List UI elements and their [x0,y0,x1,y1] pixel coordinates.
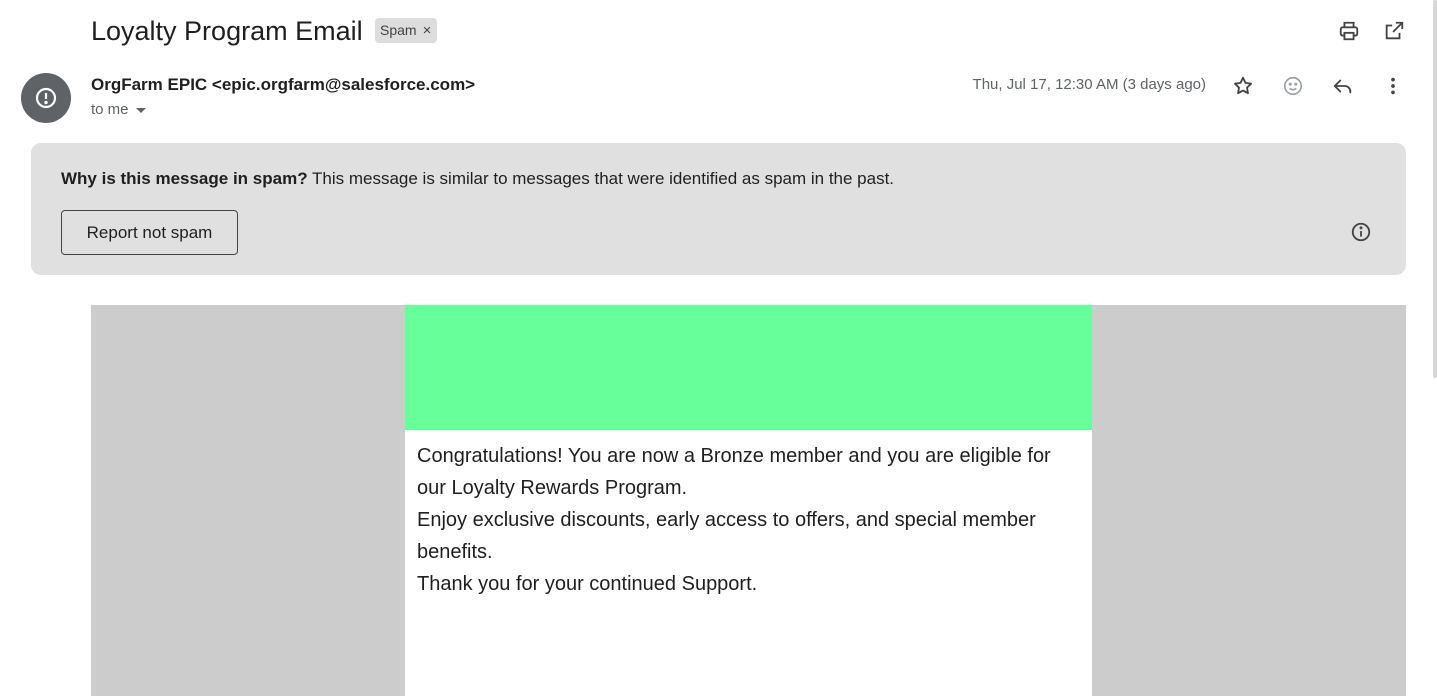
email-hero-banner [405,305,1092,430]
spam-label-chip: Spam × [375,18,438,43]
spam-reason-text: Why is this message in spam? This messag… [61,168,894,190]
chevron-down-icon [135,108,146,113]
page-scrollbar[interactable] [1433,0,1437,378]
more-options-button[interactable] [1373,66,1413,106]
reply-button[interactable] [1323,66,1363,106]
email-body-line: Enjoy exclusive discounts, early access … [417,509,1036,563]
email-subject: Loyalty Program Email [91,16,363,46]
sender-name: OrgFarm EPIC <epic.orgfarm@salesforce.co… [91,75,476,94]
star-icon [1234,76,1252,95]
spam-reason-title: Why is this message in spam? [61,169,308,188]
spam-info-button[interactable] [1341,212,1381,252]
open-in-new-window-button[interactable] [1374,11,1414,51]
printer-icon [1339,21,1359,41]
recipient-details-toggle[interactable]: to me [91,100,147,120]
info-icon [1351,222,1371,242]
open-in-new-window-icon [1385,21,1404,40]
email-body-line: Thank you for your continued Support. [417,573,758,595]
spam-reason-body: This message is similar to messages that… [307,169,895,188]
emoji-reaction-icon [1283,76,1303,96]
email-date: Thu, Jul 17, 12:30 AM (3 days ago) [972,76,1206,93]
spam-warning-icon [35,87,57,109]
email-body-text: Congratulations! You are now a Bronze me… [417,440,1082,600]
spam-warning-banner [31,143,1406,275]
report-not-spam-button[interactable]: Report not spam [61,210,238,255]
remove-label-button[interactable]: × [423,18,432,43]
email-body-line: Congratulations! You are now a Bronze me… [417,445,1051,499]
more-vert-icon [1391,77,1395,95]
add-reaction-button[interactable] [1273,66,1313,106]
print-button[interactable] [1329,11,1369,51]
reply-icon [1333,79,1352,94]
recipient-text: to me [91,101,129,118]
star-button[interactable] [1223,66,1263,106]
sender-avatar[interactable] [21,73,71,123]
spam-label-text: Spam [380,22,417,38]
